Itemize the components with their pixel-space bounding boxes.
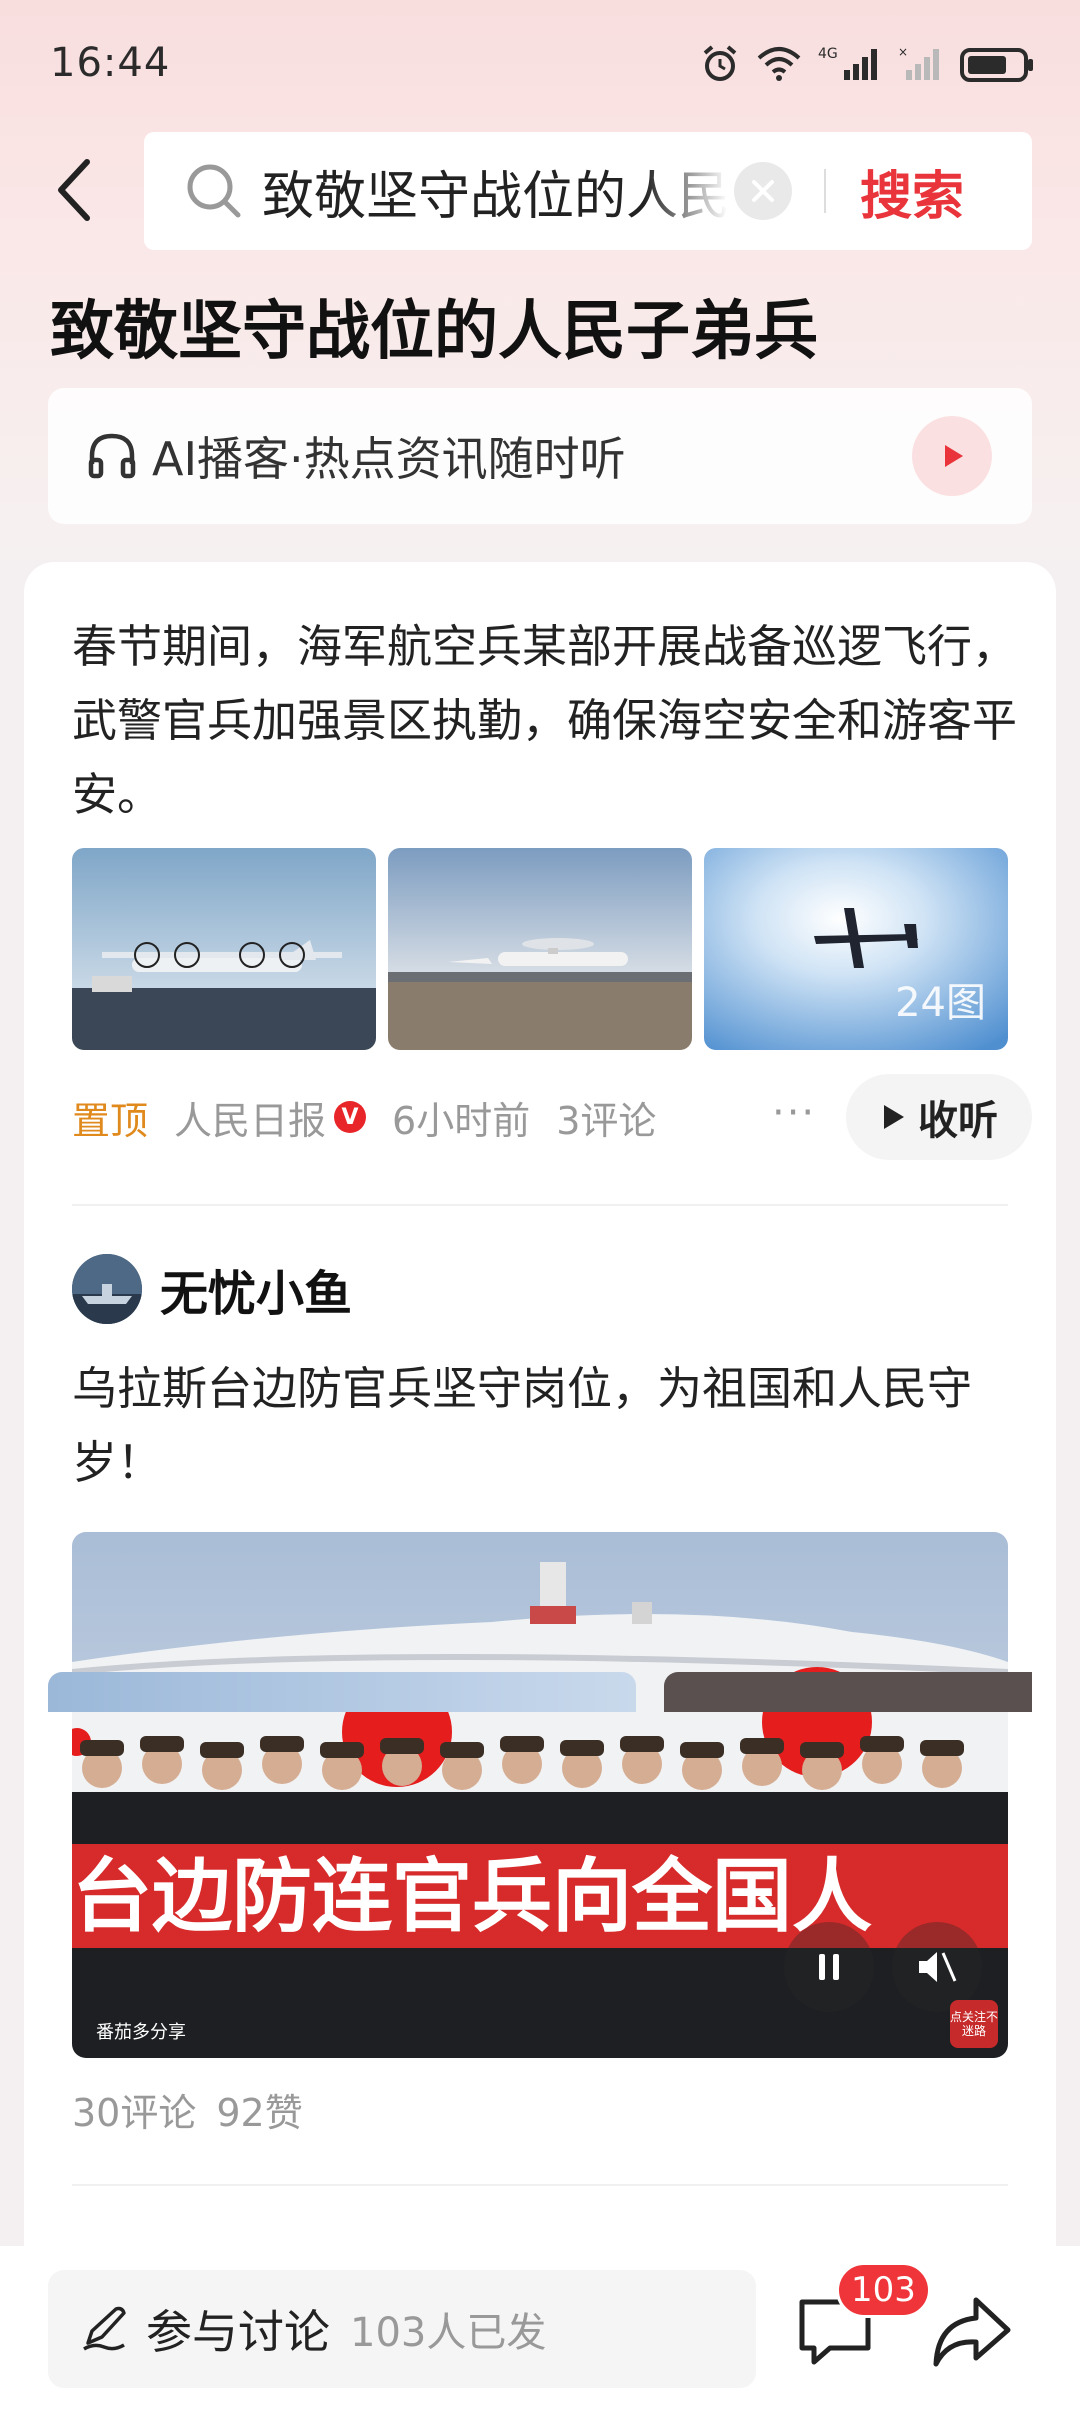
signal-no-service-icon: ×	[898, 45, 939, 80]
post-text[interactable]: 乌拉斯台边防官兵坚守岗位，为祖国和人民守岁！	[72, 1352, 1022, 1500]
listen-button[interactable]: 收听	[846, 1074, 1032, 1160]
status-bar: 16:44 4G ×	[0, 0, 1080, 130]
play-icon	[945, 445, 963, 467]
pinned-tag: 置顶	[72, 1098, 149, 1143]
headphones-icon	[88, 433, 136, 479]
bottom-action-bar: 参与讨论 103人已发 103	[0, 2246, 1080, 2412]
search-bar[interactable]: 致敬坚守战位的人民 搜索	[144, 132, 1032, 250]
ai-podcast-bar[interactable]: AI播客·热点资讯随时听	[48, 388, 1032, 524]
pause-button[interactable]	[784, 1922, 874, 2012]
clear-search-button[interactable]	[734, 162, 792, 220]
discussion-label: 参与讨论	[146, 2305, 330, 2359]
status-time: 16:44	[50, 40, 171, 86]
pen-icon	[83, 2306, 126, 2351]
image-gallery[interactable]: 24图	[72, 848, 1008, 1050]
discussion-count: 103人已发	[350, 2310, 547, 2356]
comment-count[interactable]: 3评论	[556, 1090, 656, 1145]
verified-icon: V	[334, 1101, 367, 1133]
video-banner-text: 台边防连官兵向全国人	[72, 1850, 872, 1943]
video-watermark: 番茄多分享	[96, 2022, 186, 2043]
alarm-icon	[703, 45, 737, 81]
gallery-image-aircraft-ground[interactable]	[72, 848, 376, 1050]
back-button[interactable]	[38, 150, 108, 230]
gallery-image-aircraft-flight[interactable]: 24图	[704, 848, 1008, 1050]
post-time: 6小时前	[392, 1098, 531, 1143]
video-player[interactable]: 台边防连官兵向全国人 番茄多分享 点关注不迷路	[72, 1532, 1008, 2058]
post-text[interactable]: 春节期间，海军航空兵某部开展战备巡逻飞行，武警官兵加强景区执勤，确保海空安全和游…	[72, 610, 1022, 832]
divider	[72, 1204, 1008, 1206]
author-row[interactable]: 无忧小鱼	[72, 1254, 352, 1324]
search-icon	[187, 164, 241, 218]
svg-text:×: ×	[898, 45, 908, 59]
avatar[interactable]	[72, 1254, 142, 1324]
search-input[interactable]: 致敬坚守战位的人民	[262, 154, 728, 229]
gallery-image-awacs[interactable]	[388, 848, 692, 1050]
follow-sticker: 点关注不迷路	[950, 2000, 998, 2048]
comment-count-badge: 103	[836, 2262, 931, 2318]
wifi-icon	[757, 47, 801, 81]
battery-icon	[960, 48, 1033, 82]
next-post-image[interactable]	[664, 1672, 1032, 1712]
ai-podcast-label: AI播客·热点资讯随时听	[152, 432, 626, 486]
play-icon	[884, 1105, 904, 1129]
page-title: 致敬坚守战位的人民子弟兵	[50, 295, 818, 369]
discussion-input[interactable]: 参与讨论 103人已发	[48, 2270, 756, 2388]
chevron-left-icon	[58, 159, 90, 221]
search-divider	[824, 169, 826, 213]
search-button[interactable]: 搜索	[860, 154, 964, 229]
status-icons: 4G ×	[700, 44, 1036, 84]
muted-speaker-icon	[919, 1952, 957, 1982]
pause-icon	[819, 1954, 839, 1980]
author-name[interactable]: 无忧小鱼	[160, 1254, 352, 1324]
share-button[interactable]	[926, 2286, 1016, 2376]
divider	[72, 2184, 1008, 2186]
mute-button[interactable]	[892, 1922, 982, 2012]
svg-text:4G: 4G	[818, 46, 838, 62]
share-icon	[933, 2297, 1011, 2367]
close-icon	[752, 180, 774, 202]
image-count-badge: 24图	[895, 980, 986, 1026]
more-options-button[interactable]: ···	[772, 1090, 816, 1136]
comment-count[interactable]: 30评论	[72, 2082, 196, 2137]
feed-card: 春节期间，海军航空兵某部开展战备巡逻飞行，武警官兵加强景区执勤，确保海空安全和游…	[24, 562, 1056, 2412]
next-post-image[interactable]	[48, 1672, 636, 1712]
source-name[interactable]: 人民日报	[174, 1090, 326, 1145]
post-meta: 置顶 人民日报 V 6小时前 3评论 ··· 收听	[72, 1074, 1032, 1160]
listen-label: 收听	[918, 1098, 998, 1144]
post-meta: 30评论 92赞	[72, 2082, 303, 2137]
like-count[interactable]: 92赞	[216, 2082, 302, 2137]
signal-4g-icon: 4G	[818, 46, 877, 80]
ai-podcast-play-button[interactable]	[912, 416, 992, 496]
